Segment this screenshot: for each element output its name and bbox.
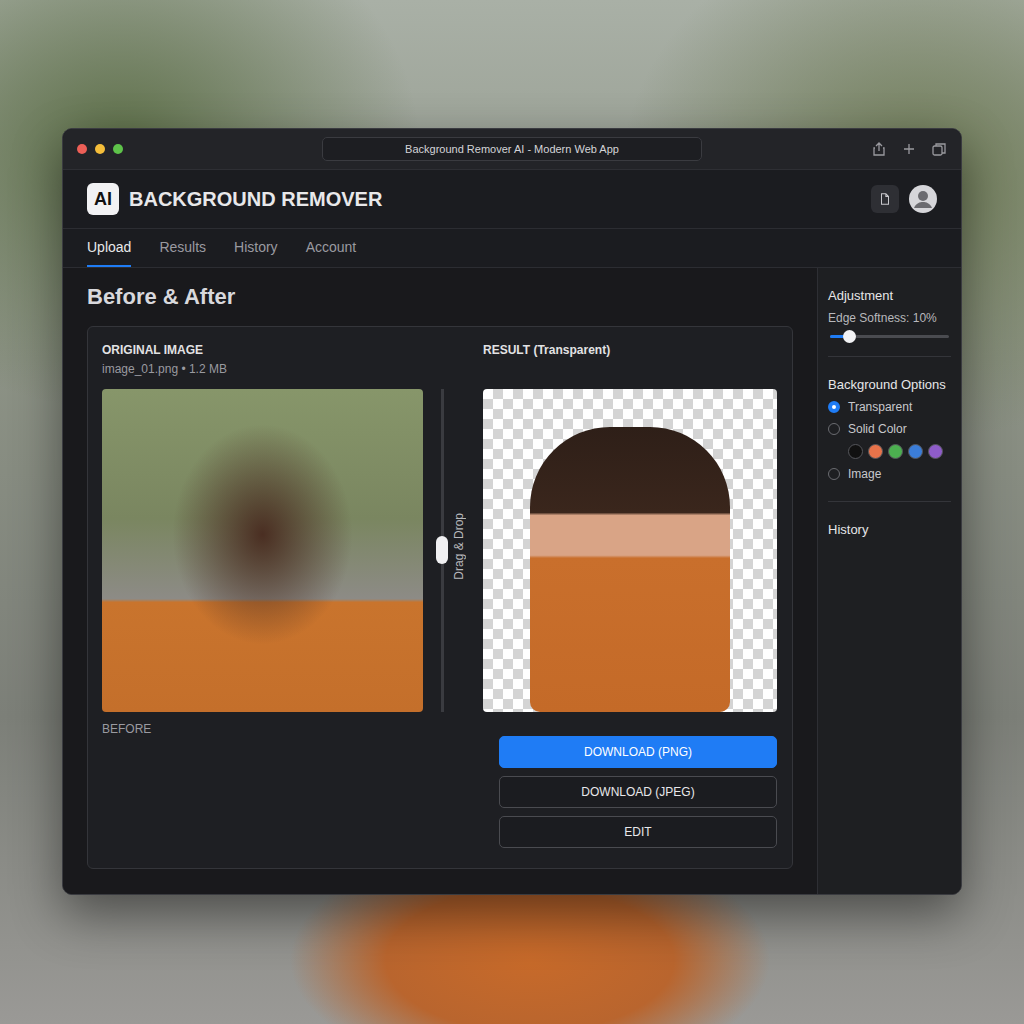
- color-swatch[interactable]: [888, 444, 903, 459]
- app-name: BACKGROUND REMOVER: [129, 188, 382, 211]
- maximize-button[interactable]: [113, 144, 123, 154]
- drag-drop-label: Drag & Drop: [452, 513, 466, 580]
- plus-icon[interactable]: [901, 141, 917, 157]
- app-header: AI BACKGROUND REMOVER: [63, 170, 961, 229]
- title-bar: Background Remover AI - Modern Web App: [63, 129, 961, 170]
- radio-button[interactable]: [828, 401, 840, 413]
- avatar-icon[interactable]: [909, 185, 937, 213]
- tab[interactable]: History: [234, 229, 278, 267]
- original-image: [102, 389, 423, 712]
- desktop: Background Remover AI - Modern Web App A…: [0, 0, 1024, 1024]
- color-swatch[interactable]: [868, 444, 883, 459]
- document-button[interactable]: [871, 185, 899, 213]
- action-button[interactable]: EDIT: [499, 816, 777, 848]
- result-image: [483, 389, 777, 712]
- header-actions: [871, 185, 937, 213]
- history-section: History: [828, 502, 951, 557]
- window-controls: [77, 144, 322, 154]
- radio-label: Image: [848, 467, 881, 481]
- color-swatch[interactable]: [928, 444, 943, 459]
- window-title: Background Remover AI - Modern Web App: [322, 137, 702, 161]
- document-icon: [878, 192, 892, 206]
- adjustment-section: Adjustment Edge Softness: 10%: [828, 268, 951, 357]
- slider-thumb[interactable]: [843, 330, 856, 343]
- result-label: RESULT (Transparent): [483, 343, 777, 357]
- result-column: RESULT (Transparent) DOWNLOAD (PNG)DOWNL…: [483, 341, 777, 848]
- background-options-section: Background Options Transparent Solid Col…: [828, 357, 951, 502]
- radio-option[interactable]: Solid Color: [828, 422, 951, 436]
- color-swatch[interactable]: [848, 444, 863, 459]
- page-heading: Before & After: [87, 284, 793, 310]
- radio-label: Solid Color: [848, 422, 907, 436]
- cutout-subject: [530, 427, 730, 712]
- divider-line: [441, 389, 444, 712]
- tabs-icon[interactable]: [931, 141, 947, 157]
- edge-softness-slider[interactable]: [830, 335, 949, 338]
- color-swatches: [828, 444, 951, 459]
- toolbar: [702, 141, 947, 157]
- settings-sidebar: Adjustment Edge Softness: 10% Background…: [817, 268, 961, 894]
- share-icon[interactable]: [871, 141, 887, 157]
- result-header: RESULT (Transparent): [483, 341, 777, 389]
- tab[interactable]: Account: [306, 229, 357, 267]
- comparison-slider[interactable]: Drag & Drop: [423, 341, 483, 848]
- color-swatch[interactable]: [908, 444, 923, 459]
- close-button[interactable]: [77, 144, 87, 154]
- main-area: Before & After ORIGINAL IMAGE image_01.p…: [63, 268, 961, 894]
- edge-softness-label: Edge Softness: 10%: [828, 311, 951, 325]
- action-button[interactable]: DOWNLOAD (PNG): [499, 736, 777, 768]
- section-title: Background Options: [828, 377, 951, 392]
- radio-option[interactable]: Image: [828, 467, 951, 481]
- section-title: History: [828, 522, 951, 537]
- action-buttons: DOWNLOAD (PNG) DOWNLOAD (JPEG) EDIT: [483, 736, 777, 848]
- file-info: image_01.png • 1.2 MB: [102, 362, 423, 376]
- comparison-card: ORIGINAL IMAGE image_01.png • 1.2 MB BEF…: [87, 326, 793, 869]
- original-column: ORIGINAL IMAGE image_01.png • 1.2 MB BEF…: [102, 341, 423, 848]
- radio-option[interactable]: Transparent: [828, 400, 951, 414]
- app-window: Background Remover AI - Modern Web App A…: [62, 128, 962, 895]
- tab-bar: Upload Results History Account: [63, 229, 961, 268]
- minimize-button[interactable]: [95, 144, 105, 154]
- radio-button[interactable]: [828, 468, 840, 480]
- original-header: ORIGINAL IMAGE image_01.png • 1.2 MB: [102, 341, 423, 389]
- radio-label: Transparent: [848, 400, 912, 414]
- action-button[interactable]: DOWNLOAD (JPEG): [499, 776, 777, 808]
- before-caption: BEFORE: [102, 722, 423, 736]
- slider-handle[interactable]: [436, 536, 448, 564]
- brand: AI BACKGROUND REMOVER: [87, 183, 382, 215]
- tab[interactable]: Results: [159, 229, 206, 267]
- original-label: ORIGINAL IMAGE: [102, 343, 423, 357]
- logo: AI: [87, 183, 119, 215]
- content: Before & After ORIGINAL IMAGE image_01.p…: [63, 268, 817, 894]
- tab[interactable]: Upload: [87, 229, 131, 267]
- section-title: Adjustment: [828, 288, 951, 303]
- radio-button[interactable]: [828, 423, 840, 435]
